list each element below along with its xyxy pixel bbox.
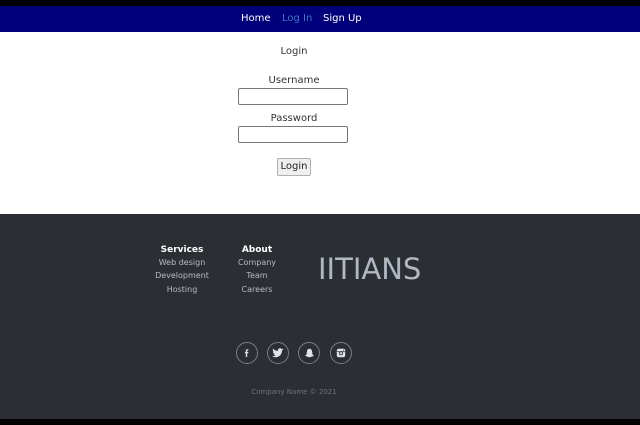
- login-heading: Login: [280, 46, 308, 57]
- password-label: Password: [270, 113, 318, 124]
- about-link-team[interactable]: Team: [217, 271, 297, 281]
- services-link-web-design[interactable]: Web design: [142, 258, 222, 268]
- footer: Services Web design Development Hosting …: [0, 214, 640, 419]
- about-title: About: [241, 245, 273, 255]
- instagram-icon: [336, 348, 346, 358]
- twitter-icon: [272, 348, 284, 358]
- brand-logo-text: IITIANS: [318, 252, 422, 286]
- snapchat-icon: [304, 348, 314, 357]
- services-title: Services: [160, 245, 204, 255]
- snapchat-button[interactable]: [298, 342, 320, 364]
- facebook-icon: [244, 349, 249, 357]
- username-label: Username: [268, 75, 320, 86]
- navbar: Home Log In Sign Up: [0, 6, 640, 32]
- services-link-development[interactable]: Development: [142, 271, 222, 281]
- login-button[interactable]: Login: [277, 158, 311, 176]
- username-input[interactable]: [238, 88, 348, 105]
- copyright-text: Company Name © 2021: [251, 388, 337, 396]
- instagram-button[interactable]: [330, 342, 352, 364]
- nav-home-link[interactable]: Home: [241, 13, 271, 25]
- twitter-button[interactable]: [267, 342, 289, 364]
- facebook-button[interactable]: [236, 342, 258, 364]
- login-form: Login Username Password Login: [0, 32, 640, 214]
- about-link-company[interactable]: Company: [217, 258, 297, 268]
- bottom-black-bar: [0, 419, 640, 425]
- nav-login-link[interactable]: Log In: [282, 13, 312, 25]
- about-link-careers[interactable]: Careers: [217, 285, 297, 295]
- password-input[interactable]: [238, 126, 348, 143]
- services-link-hosting[interactable]: Hosting: [142, 285, 222, 295]
- nav-signup-link[interactable]: Sign Up: [323, 13, 362, 25]
